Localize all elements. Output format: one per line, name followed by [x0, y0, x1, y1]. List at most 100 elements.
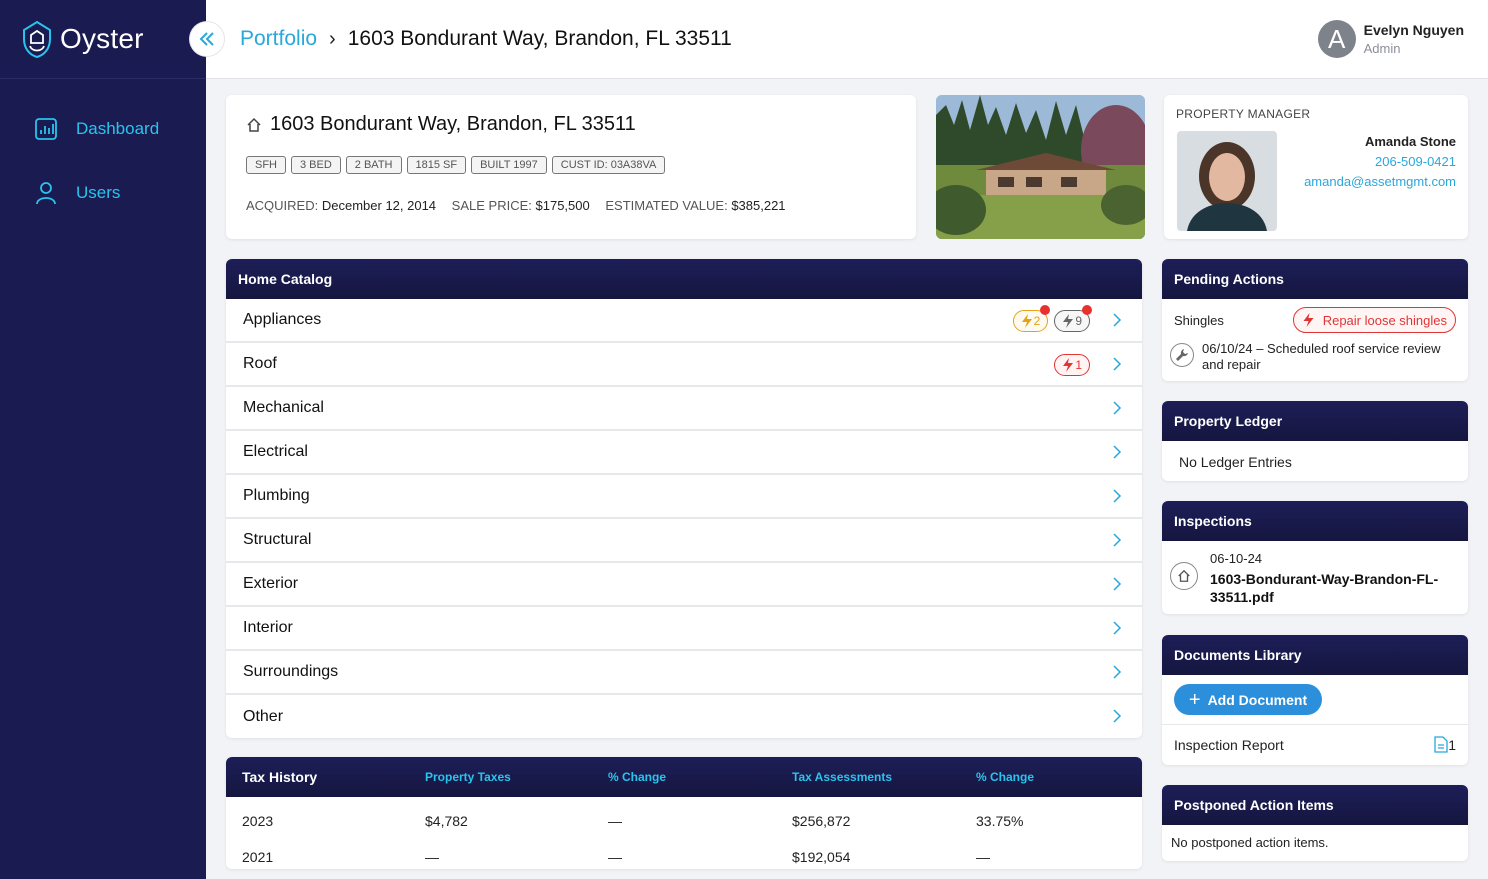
inspection-file-link[interactable]: 1603-Bondurant-Way-Brandon-FL-33511.pdf [1210, 570, 1460, 606]
notification-dot [1082, 305, 1092, 315]
sale-price-value: $175,500 [535, 198, 590, 213]
chevron-right-icon [1113, 445, 1122, 459]
alert-badge[interactable]: 9 [1054, 305, 1092, 332]
manager-email-link[interactable]: amanda@assetmgmt.com [1304, 172, 1456, 192]
lightning-icon [1303, 313, 1314, 327]
pending-actions-title: Pending Actions [1162, 259, 1468, 299]
catalog-row-roof[interactable]: Roof 1 [226, 343, 1142, 387]
tax-history-table: Tax History Property Taxes % Change Tax … [226, 757, 1142, 869]
document-row[interactable]: Inspection Report 1 [1162, 724, 1468, 753]
chevron-right-icon [1113, 313, 1122, 327]
sale-price-label: SALE PRICE: [451, 198, 532, 213]
property-ledger-panel: Property Ledger No Ledger Entries [1162, 401, 1468, 481]
top-bar: Portfolio › 1603 Bondurant Way, Brandon,… [206, 0, 1488, 79]
tax-history-title: Tax History [242, 769, 318, 785]
document-icon [1434, 736, 1448, 753]
catalog-row-structural[interactable]: Structural [226, 519, 1142, 563]
repair-action-label: Repair loose shingles [1322, 312, 1447, 328]
wrench-icon [1170, 343, 1194, 367]
catalog-row-label: Mechanical [243, 399, 324, 416]
catalog-row-label: Surroundings [243, 663, 339, 680]
home-icon [247, 117, 261, 132]
chevron-right-icon [1113, 401, 1122, 415]
table-row: 2023 $4,782 — $256,872 33.75% [226, 803, 1142, 839]
user-menu[interactable]: A Evelyn Nguyen Admin [1317, 20, 1464, 58]
add-document-label: Add Document [1207, 691, 1308, 708]
table-cell: 2021 [242, 849, 274, 865]
catalog-row-label: Electrical [243, 443, 308, 460]
plus-icon: + [1188, 688, 1201, 711]
catalog-row-label: Appliances [243, 311, 322, 328]
breadcrumb-separator-icon: › [329, 27, 336, 50]
pending-item-label: Shingles [1174, 312, 1224, 328]
chart-icon [35, 118, 57, 140]
manager-photo [1177, 131, 1277, 231]
catalog-row-label: Plumbing [243, 487, 310, 504]
property-tag: CUST ID: 03A38VA [551, 156, 666, 174]
acquired-value: December 12, 2014 [321, 198, 437, 213]
chevron-right-icon [1113, 533, 1122, 547]
table-cell: 2023 [242, 813, 274, 829]
collapse-sidebar-button[interactable] [190, 22, 224, 56]
table-cell: — [608, 849, 622, 865]
table-cell: — [608, 813, 622, 829]
manager-phone-link[interactable]: 206-509-0421 [1304, 152, 1456, 172]
user-icon [36, 182, 56, 205]
inspection-item[interactable]: 06-10-24 1603-Bondurant-Way-Brandon-FL-3… [1162, 541, 1468, 616]
property-tags: SFH 3 BED 2 BATH 1815 SF BUILT 1997 CUST… [246, 156, 896, 174]
pending-actions-panel: Pending Actions Shingles Repair loose sh… [1162, 259, 1468, 381]
property-tag: 3 BED [291, 156, 341, 174]
table-cell: — [425, 849, 439, 865]
table-cell: — [976, 849, 990, 865]
oyster-logo-icon [23, 20, 51, 59]
catalog-row-mechanical[interactable]: Mechanical [226, 387, 1142, 431]
catalog-row-other[interactable]: Other [226, 695, 1142, 739]
property-photo[interactable] [936, 95, 1145, 239]
column-header: % Change [608, 770, 667, 784]
catalog-row-plumbing[interactable]: Plumbing [226, 475, 1142, 519]
avatar: A [1317, 20, 1356, 58]
table-cell: $192,054 [792, 849, 851, 865]
catalog-row-exterior[interactable]: Exterior [226, 563, 1142, 607]
chevron-right-icon [1113, 709, 1122, 723]
lightning-icon [1063, 358, 1074, 372]
property-meta: ACQUIRED: December 12, 2014 SALE PRICE: … [246, 198, 896, 213]
double-chevron-left-icon [199, 32, 214, 46]
catalog-row-label: Structural [243, 531, 312, 548]
home-icon [1170, 562, 1198, 590]
property-manager-card: PROPERTY MANAGER Amanda Stone 206-509-04… [1164, 95, 1468, 239]
tax-history-header: Tax History Property Taxes % Change Tax … [226, 757, 1142, 797]
alert-badge[interactable]: 1 [1054, 354, 1090, 376]
breadcrumb-portfolio-link[interactable]: Portfolio [240, 27, 317, 51]
property-address: 1603 Bondurant Way, Brandon, FL 33511 [270, 113, 636, 135]
user-name: Evelyn Nguyen [1363, 22, 1464, 38]
lightning-icon [1021, 314, 1032, 328]
notification-dot [1040, 305, 1051, 315]
add-document-button[interactable]: + Add Document [1174, 684, 1322, 715]
sidebar-item-users[interactable]: Users [0, 173, 206, 213]
sidebar: Oyster Dashboard Users [0, 0, 206, 879]
property-tag: 1815 SF [406, 156, 467, 174]
sidebar-item-label: Dashboard [76, 119, 160, 138]
catalog-row-appliances[interactable]: Appliances 2 9 [226, 299, 1142, 343]
catalog-row-surroundings[interactable]: Surroundings [226, 651, 1142, 695]
badge-count: 1 [1075, 358, 1082, 372]
catalog-row-interior[interactable]: Interior [226, 607, 1142, 651]
postponed-action-items-panel: Postponed Action Items No postponed acti… [1162, 785, 1468, 861]
logo[interactable]: Oyster [0, 0, 206, 79]
user-role: Admin [1363, 41, 1401, 56]
catalog-row-electrical[interactable]: Electrical [226, 431, 1142, 475]
alert-badge[interactable]: 2 [1012, 305, 1051, 332]
column-header: Property Taxes [425, 770, 511, 784]
postponed-empty-text: No postponed action items. [1171, 835, 1329, 850]
table-cell: $256,872 [792, 813, 851, 829]
scheduled-service-text: 06/10/24 – Scheduled roof service review… [1202, 341, 1441, 372]
inspections-panel: Inspections 06-10-24 1603-Bondurant-Way-… [1162, 501, 1468, 614]
table-row: 2021 — — $192,054 — [226, 839, 1142, 875]
chevron-right-icon [1113, 621, 1122, 635]
home-catalog-panel: Home Catalog Appliances 2 9 Roof 1 Mecha… [226, 259, 1142, 738]
documents-library-title: Documents Library [1162, 635, 1468, 675]
sidebar-item-dashboard[interactable]: Dashboard [0, 109, 206, 149]
repair-action-badge[interactable]: Repair loose shingles [1292, 307, 1456, 333]
acquired-label: ACQUIRED: [246, 198, 319, 213]
